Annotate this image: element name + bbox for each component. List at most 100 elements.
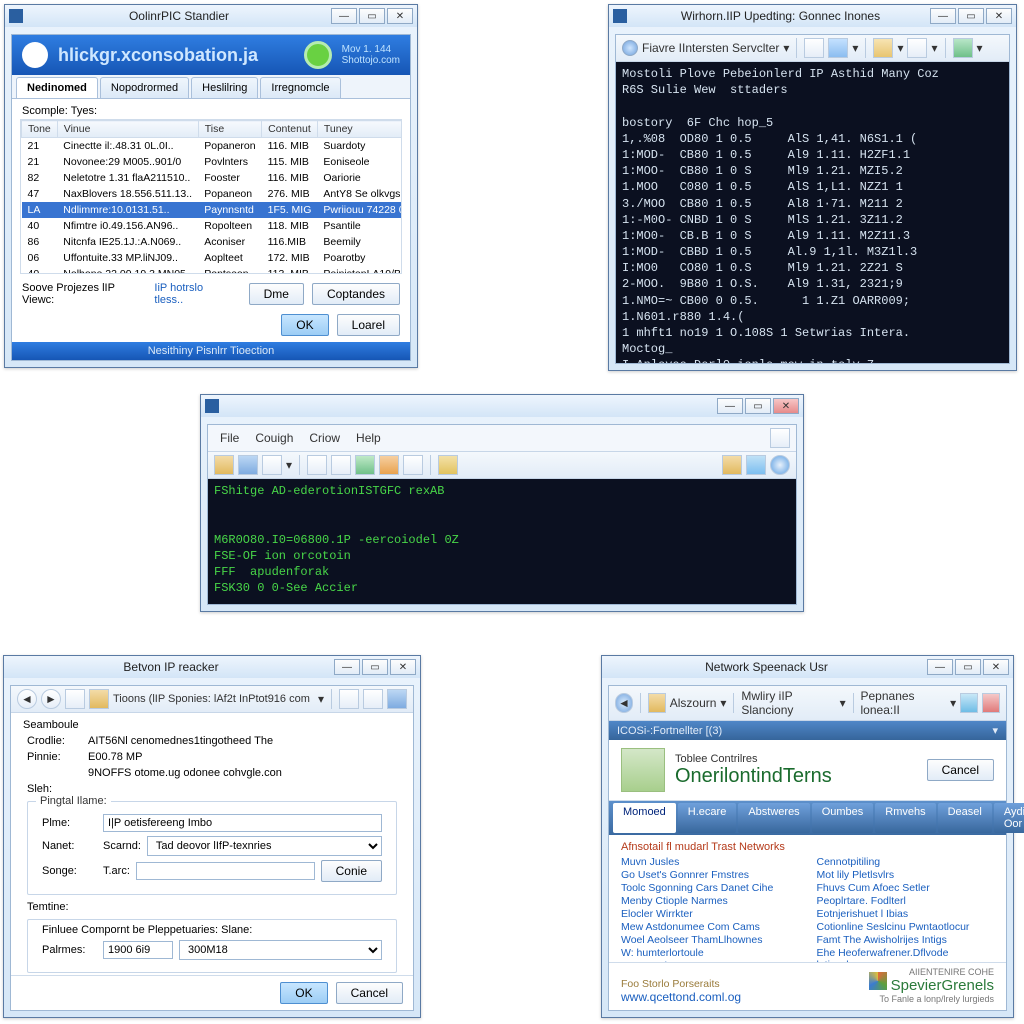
tb-icon-11[interactable] [746, 455, 766, 475]
tb-icon-8[interactable] [403, 455, 423, 475]
col-header[interactable]: Vinue [57, 121, 198, 138]
chevron-down-icon[interactable]: ▾ [783, 41, 789, 55]
tab-3[interactable]: Irregnomcle [260, 77, 340, 98]
ok-button[interactable]: OK [280, 982, 327, 1004]
nav-icon-3[interactable] [387, 689, 407, 709]
link-item[interactable]: Mot lily Pletlsvlrs [817, 869, 995, 881]
ok-button[interactable]: OK [281, 314, 328, 336]
link-item[interactable]: Toolc Sgonning Cars Danet Cihe [621, 882, 799, 894]
console-output[interactable]: FShitge AD-ederotionISTGFC rexAB M6R0O80… [208, 479, 796, 604]
cancel-button[interactable]: Cancel [927, 759, 994, 781]
table-row[interactable]: 82Neletotre 1.31 flaA211510..Fooster116.… [22, 170, 403, 186]
table-row[interactable]: 40Nfimtre i0.49.156.AN96..Ropolteen118. … [22, 218, 403, 234]
link-item[interactable]: Fhuvs Cum Afoec Setler [817, 882, 995, 894]
close-button[interactable]: ✕ [387, 8, 413, 24]
footer-link[interactable]: IiP hotrslo tless.. [154, 282, 232, 306]
titlebar[interactable]: Network Speenack Usr — ▭ ✕ [602, 656, 1013, 678]
link-item[interactable]: Muvn Jusles [621, 856, 799, 868]
col-header[interactable]: Tise [198, 121, 261, 138]
tool-right-icon[interactable] [770, 428, 790, 448]
chevron-down-icon[interactable]: ▾ [931, 41, 937, 55]
doc-icon[interactable] [89, 689, 109, 709]
back-icon[interactable]: ◄ [17, 689, 37, 709]
tb-icon-4[interactable] [307, 455, 327, 475]
promo2-link[interactable]: www.qcettond.coml.og [621, 990, 869, 1004]
torc-input[interactable] [136, 862, 315, 880]
nav-icon-1[interactable] [339, 689, 359, 709]
close-button[interactable]: ✕ [986, 8, 1012, 24]
link-item[interactable]: Mew Astdonumee Com Cams [621, 921, 799, 933]
help-icon[interactable] [982, 693, 1000, 713]
maximize-button[interactable]: ▭ [359, 8, 385, 24]
chevron-down-icon[interactable]: ▾ [897, 41, 903, 55]
tool-icon-2[interactable] [828, 38, 848, 58]
link-item[interactable]: Menby Ctiople Narmes [621, 895, 799, 907]
tb-icon-5[interactable] [331, 455, 351, 475]
tool-a-icon[interactable] [648, 693, 666, 713]
addr-item-2[interactable]: Pepnanes lonea:II [861, 689, 947, 717]
menu-file[interactable]: File [214, 429, 245, 447]
tool-icon-1[interactable] [804, 38, 824, 58]
titlebar[interactable]: OolinrPIC Standier — ▭ ✕ [5, 5, 417, 27]
link-item[interactable]: Famt The Awisholrijes Intigs [817, 934, 995, 946]
menu-cough[interactable]: Couigh [249, 429, 299, 447]
col-header[interactable]: Tuney [317, 121, 402, 138]
plme-input[interactable] [103, 814, 382, 832]
nav-icon-2[interactable] [363, 689, 383, 709]
tb-icon-1[interactable] [214, 455, 234, 475]
tb-icon-10[interactable] [722, 455, 742, 475]
scand-select[interactable]: Tad deovor lIfP-texnries [147, 836, 382, 856]
conie-button[interactable]: Conie [321, 860, 382, 882]
table-row[interactable]: 06Uffontuite.33 MP.liNJ09..Aoplteet172. … [22, 250, 403, 266]
tool-icon-5[interactable] [953, 38, 973, 58]
forward-icon[interactable]: ► [41, 689, 61, 709]
link-item[interactable]: Cennotpitiling [817, 856, 995, 868]
ptab-2[interactable]: Abstweres [738, 803, 809, 833]
ptab-5[interactable]: Deasel [938, 803, 992, 833]
contandes-button[interactable]: Coptandes [312, 283, 400, 305]
tb-icon-7[interactable] [379, 455, 399, 475]
minimize-button[interactable]: — [331, 8, 357, 24]
col-header[interactable]: Tone [22, 121, 58, 138]
link-item[interactable]: Elocler Wirrkter [621, 908, 799, 920]
dme-button[interactable]: Dme [249, 283, 304, 305]
table-row[interactable]: 40Nolhone 22.09.19.3.MN05..Pontseon113. … [22, 266, 403, 274]
table-row[interactable]: LANdlimmre:10.0131.51..Paynnsntd1F5. MIG… [22, 202, 403, 218]
link-item[interactable]: Woel Aeolseer ThamLlhownes [621, 934, 799, 946]
addr-item-0[interactable]: Alszourn [670, 696, 717, 710]
tb-icon-6[interactable] [355, 455, 375, 475]
table-row[interactable]: 47NaxBlovers 18.556.511.13..Popaneon276.… [22, 186, 403, 202]
tab-1[interactable]: Nopodrormed [100, 77, 189, 98]
titlebar[interactable]: Betvon IP reacker — ▭ ✕ [4, 656, 420, 678]
maximize-button[interactable]: ▭ [745, 398, 771, 414]
tool-icon-4[interactable] [907, 38, 927, 58]
gear-icon[interactable] [960, 693, 978, 713]
ptab-1[interactable]: H.ecare [678, 803, 737, 833]
minimize-button[interactable]: — [334, 659, 360, 675]
maximize-button[interactable]: ▭ [362, 659, 388, 675]
chevron-down-icon[interactable]: ▾ [977, 41, 983, 55]
table-row[interactable]: 21Cinectte il:.48.31 0L.0I..Popaneron116… [22, 138, 403, 155]
chevron-down-icon[interactable]: ▾ [286, 458, 292, 472]
folder-icon[interactable] [65, 689, 85, 709]
palmes-select[interactable]: 300M18 [179, 940, 382, 960]
ptab-0[interactable]: Momoed [613, 803, 676, 833]
titlebar[interactable]: — ▭ ✕ [201, 395, 803, 417]
col-header[interactable]: Contenut [262, 121, 318, 138]
tb-icon-2[interactable] [238, 455, 258, 475]
close-button[interactable]: ✕ [983, 659, 1009, 675]
tb-icon-12[interactable] [770, 455, 790, 475]
link-item[interactable]: Ehe Heoferwafrener.Dflvode letiocslos [817, 947, 995, 962]
ptab-6[interactable]: Aydiw Oor [994, 803, 1024, 833]
link-item[interactable]: W: humterlortoule [621, 947, 799, 959]
menu-criow[interactable]: Criow [303, 429, 346, 447]
back-icon[interactable]: ◄ [615, 693, 633, 713]
cancel-button[interactable]: Loarel [337, 314, 400, 336]
close-button[interactable]: ✕ [390, 659, 416, 675]
titlebar[interactable]: Wirhorn.IIP Upedting: Gonnec Inones — ▭ … [609, 5, 1016, 27]
ptab-4[interactable]: Rmvehs [875, 803, 935, 833]
cancel-button[interactable]: Cancel [336, 982, 403, 1004]
minimize-button[interactable]: — [927, 659, 953, 675]
maximize-button[interactable]: ▭ [958, 8, 984, 24]
table-row[interactable]: 21Novonee:29 M005..901/0Povlnters115. MI… [22, 154, 403, 170]
